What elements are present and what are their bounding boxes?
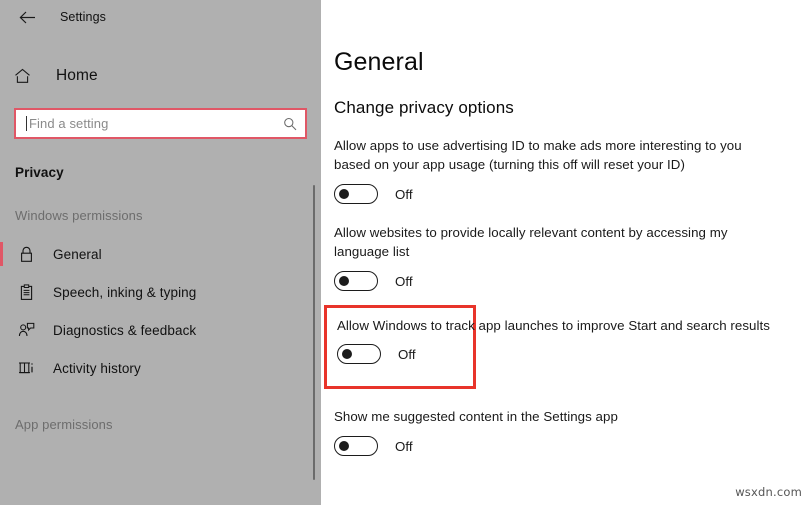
toggle-knob — [339, 441, 349, 451]
toggle-knob — [339, 276, 349, 286]
setting-advertising-id: Allow apps to use advertising ID to make… — [334, 136, 811, 205]
sidebar-item-label: Speech, inking & typing — [53, 284, 197, 300]
sidebar-item-general[interactable]: General — [0, 235, 321, 273]
sidebar: Settings Home Find a setting Privacy Win… — [0, 0, 321, 505]
setting-description: Show me suggested content in the Setting… — [334, 409, 618, 424]
lock-icon — [15, 246, 37, 263]
search-icon[interactable] — [281, 117, 299, 131]
selection-indicator — [0, 242, 3, 266]
sidebar-scrollbar-thumb[interactable] — [313, 185, 315, 480]
clipboard-icon — [15, 283, 37, 301]
page-title: General — [334, 48, 424, 76]
toggle-state-label: Off — [395, 186, 413, 202]
search-input[interactable]: Find a setting — [14, 108, 307, 139]
sidebar-item-speech-inking-typing[interactable]: Speech, inking & typing — [0, 273, 321, 311]
sidebar-item-activity-history[interactable]: Activity history — [0, 349, 321, 387]
toggle-row: Off — [334, 435, 811, 457]
window-title: Settings — [60, 10, 106, 24]
main-content: General Change privacy options Allow app… — [321, 0, 811, 505]
watermark: wsxdn.com — [735, 485, 802, 499]
toggle-knob — [342, 349, 352, 359]
toggle-advertising-id[interactable] — [334, 184, 378, 204]
sidebar-item-diagnostics-feedback[interactable]: Diagnostics & feedback — [0, 311, 321, 349]
section-title: Change privacy options — [334, 98, 514, 117]
toggle-track-app-launches[interactable] — [337, 344, 381, 364]
toggle-knob — [339, 189, 349, 199]
setting-description: Allow Windows to track app launches to i… — [337, 318, 770, 333]
settings-window: Settings Home Find a setting Privacy Win… — [0, 0, 811, 505]
person-feedback-icon — [15, 322, 37, 338]
sidebar-scrollbar[interactable] — [309, 0, 319, 505]
back-arrow-icon[interactable] — [12, 4, 42, 30]
home-label: Home — [56, 67, 98, 84]
setting-language-list: Allow websites to provide locally releva… — [334, 223, 811, 292]
setting-track-app-launches: Allow Windows to track app launches to i… — [324, 305, 770, 389]
title-bar: Settings — [0, 0, 321, 34]
toggle-state-label: Off — [395, 438, 413, 454]
sidebar-item-label: Diagnostics & feedback — [53, 322, 197, 338]
setting-description: Allow apps to use advertising ID to make… — [334, 138, 742, 172]
activity-history-icon — [15, 360, 37, 376]
toggle-row: Off — [337, 343, 463, 365]
setting-description: Allow websites to provide locally releva… — [334, 225, 728, 259]
search-container: Find a setting — [14, 108, 307, 139]
toggle-state-label: Off — [398, 346, 416, 362]
sidebar-group-label-app-permissions: App permissions — [15, 417, 113, 432]
sidebar-nav-list: General Speech, inking & typing Diagnost… — [0, 235, 321, 387]
toggle-row: Off — [334, 270, 811, 292]
search-placeholder: Find a setting — [29, 116, 109, 131]
sidebar-item-label: General — [53, 246, 102, 262]
home-icon — [14, 68, 38, 84]
toggle-language-list[interactable] — [334, 271, 378, 291]
sidebar-item-label: Activity history — [53, 360, 141, 376]
sidebar-category-header: Privacy — [15, 165, 64, 180]
toggle-suggested-content[interactable] — [334, 436, 378, 456]
sidebar-item-home[interactable]: Home — [0, 58, 321, 94]
setting-suggested-content: Show me suggested content in the Setting… — [334, 407, 811, 457]
toggle-row: Off — [334, 183, 811, 205]
sidebar-group-label-windows-permissions: Windows permissions — [15, 208, 143, 223]
toggle-state-label: Off — [395, 273, 413, 289]
